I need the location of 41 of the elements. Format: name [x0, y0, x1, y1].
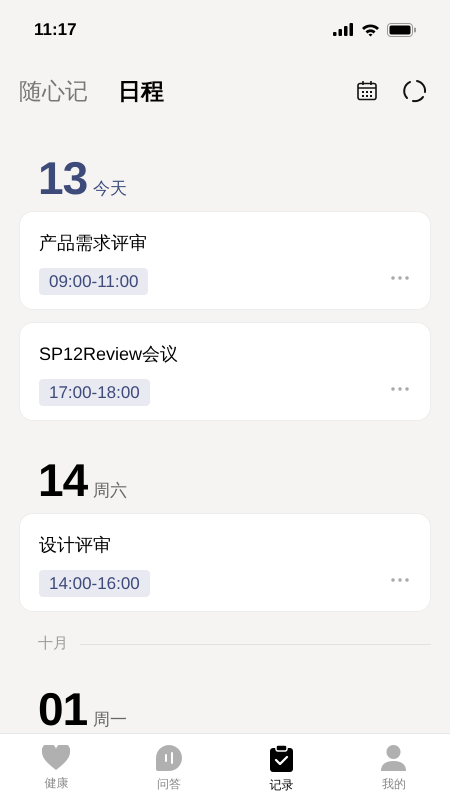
more-icon[interactable]: [391, 387, 409, 391]
clipboard-icon: [270, 745, 293, 772]
signal-icon: [333, 23, 354, 36]
refresh-icon: [402, 78, 428, 104]
event-card[interactable]: SP12Review会议 17:00-18:00: [19, 322, 431, 421]
heart-icon: [42, 745, 70, 770]
header-tab[interactable]: 随心记: [19, 74, 88, 108]
calendar-button[interactable]: [356, 79, 380, 103]
event-card[interactable]: 产品需求评审 09:00-11:00: [19, 211, 431, 310]
nav-tab[interactable]: 我的: [338, 734, 450, 800]
weekday-label: 周六: [93, 480, 128, 502]
weekday-label: 周一: [93, 709, 128, 731]
day-number: 13: [38, 155, 88, 201]
voice-icon: [156, 745, 182, 771]
event-time: 14:00-16:00: [39, 570, 150, 597]
event-time: 17:00-18:00: [39, 379, 150, 406]
day-number: 01: [38, 686, 88, 732]
nav-label: 健康: [44, 775, 68, 792]
person-icon: [381, 745, 406, 771]
event-title: SP12Review会议: [39, 343, 180, 366]
calendar-icon: [356, 80, 378, 102]
battery-icon: [387, 22, 416, 36]
header-tab[interactable]: 日程: [118, 74, 164, 108]
more-icon[interactable]: [391, 276, 409, 280]
event-card[interactable]: 设计评审 14:00-16:00: [19, 513, 431, 612]
event-title: 产品需求评审: [39, 232, 148, 255]
event-title: 设计评审: [39, 534, 112, 557]
nav-label: 问答: [156, 776, 181, 793]
nav-label: 记录: [269, 777, 294, 794]
event-time: 09:00-11:00: [39, 268, 148, 295]
nav-label: 我的: [382, 776, 406, 793]
month-label: 十月: [38, 634, 68, 654]
refresh-button[interactable]: [402, 78, 428, 104]
more-icon[interactable]: [391, 578, 409, 582]
nav-tab[interactable]: 问答: [112, 734, 225, 800]
status-time: 11:17: [34, 18, 77, 41]
day-number: 14: [38, 457, 88, 503]
weekday-label: 今天: [93, 178, 128, 200]
nav-tab[interactable]: 记录: [225, 734, 338, 800]
nav-tab[interactable]: 健康: [0, 734, 112, 800]
wifi-icon: [361, 22, 380, 36]
